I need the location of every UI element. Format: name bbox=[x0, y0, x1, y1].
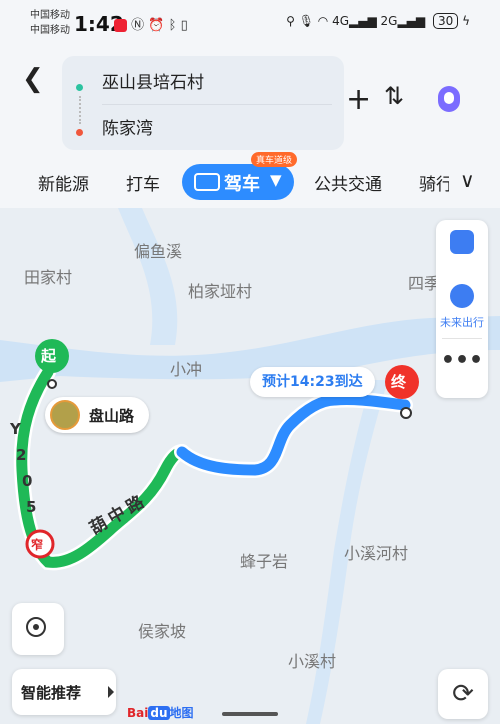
lane-level-badge: 真车道级 bbox=[251, 152, 298, 167]
place-label: 小溪村 bbox=[288, 652, 337, 671]
status-bar: 中国移动 中国移动 1:42 Ⓝ ⏰ ᛒ ▯ ⚲ 🎙 ◠ 4G▂▄▆ 2G▂▄▆… bbox=[0, 0, 500, 46]
road-label-char: Y bbox=[10, 420, 21, 438]
road-label-y205: Y bbox=[10, 420, 21, 438]
road-label-char: 2 bbox=[16, 446, 27, 464]
mountain-road-thumbnail bbox=[50, 400, 80, 430]
place-label: 蜂子岩 bbox=[240, 552, 289, 571]
tab-new-energy[interactable]: 新能源 bbox=[38, 170, 89, 195]
narrow-road-label: 窄 bbox=[31, 538, 44, 552]
home-indicator[interactable] bbox=[222, 712, 278, 716]
refresh-icon[interactable]: ⟳ bbox=[438, 669, 488, 719]
locate-button[interactable] bbox=[12, 603, 64, 655]
place-label: 田家村 bbox=[24, 268, 73, 287]
swap-route-button[interactable]: ⇅ bbox=[384, 82, 404, 110]
more-icon[interactable]: ••• bbox=[436, 348, 488, 373]
future-trip-icon[interactable] bbox=[450, 284, 474, 308]
car-icon bbox=[194, 173, 220, 191]
vibrate-icon: ▯ bbox=[180, 18, 188, 33]
tab-transit[interactable]: 公共交通 bbox=[314, 170, 382, 195]
locate-center bbox=[33, 624, 39, 630]
divider bbox=[442, 338, 482, 339]
network-type-1: 4G bbox=[332, 14, 349, 28]
caret-down-icon: ▼ bbox=[270, 171, 282, 189]
eta-bubble: 预计14:23到达 bbox=[250, 367, 375, 397]
signal-icon: ▂▄▆ bbox=[349, 14, 377, 28]
road-label-char: 0 bbox=[22, 472, 33, 490]
map-side-panel: 未来出行 ••• bbox=[436, 220, 488, 398]
carrier-2: 中国移动 bbox=[30, 25, 70, 36]
place-label: 偏鱼溪 bbox=[134, 242, 183, 261]
tab-taxi[interactable]: 打车 bbox=[126, 170, 160, 195]
destination-field[interactable]: 陈家湾 bbox=[102, 114, 153, 139]
route-connector bbox=[79, 96, 81, 124]
tab-drive[interactable]: 驾车 ▼ bbox=[182, 164, 294, 200]
app-notification-icon bbox=[114, 19, 127, 32]
chevron-down-icon[interactable]: ∨ bbox=[460, 168, 475, 192]
smart-recommend-label: 智能推荐 bbox=[21, 684, 82, 702]
map-view[interactable]: 起 终 窄 偏鱼溪 田家村 柏家垭村 四季 小冲 蜂子岩 小溪河村 侯家坡 小溪… bbox=[0, 208, 500, 724]
location-icon: ⚲ bbox=[286, 14, 295, 28]
carrier-1: 中国移动 bbox=[30, 10, 70, 21]
battery-indicator: 30 bbox=[432, 13, 459, 29]
wifi-icon: ◠ bbox=[317, 14, 329, 28]
place-label: 柏家垭村 bbox=[188, 282, 253, 301]
mic-icon: 🎙 bbox=[298, 14, 314, 28]
route-header: ❮ 巫山县培石村 陈家湾 + ⇅ bbox=[0, 46, 500, 158]
place-label: 小溪河村 bbox=[344, 544, 409, 563]
origin-dot-icon bbox=[76, 84, 83, 91]
nfc-icon: Ⓝ bbox=[131, 18, 145, 33]
place-label: 小冲 bbox=[170, 360, 203, 379]
future-trip-label[interactable]: 未来出行 bbox=[438, 314, 486, 330]
smart-recommend-button[interactable]: 智能推荐 bbox=[12, 669, 116, 715]
charging-icon: ϟ bbox=[462, 14, 470, 28]
alarm-icon: ⏰ bbox=[148, 18, 165, 33]
mountain-road-label: 盘山路 bbox=[89, 407, 135, 425]
road-label-char: 5 bbox=[26, 498, 37, 516]
place-label: 侯家坡 bbox=[138, 622, 187, 641]
add-waypoint-button[interactable]: + bbox=[346, 82, 371, 117]
address-box: 巫山县培石村 陈家湾 bbox=[62, 56, 344, 150]
road-condition-icon[interactable] bbox=[450, 230, 474, 254]
start-marker-label: 起 bbox=[41, 347, 57, 365]
tab-drive-label: 驾车 bbox=[224, 174, 260, 195]
origin-field[interactable]: 巫山县培石村 bbox=[102, 68, 204, 93]
status-right: ⚲ 🎙 ◠ 4G▂▄▆ 2G▂▄▆ 30 ϟ bbox=[286, 13, 470, 29]
bluetooth-icon: ᛒ bbox=[168, 18, 177, 33]
play-arrow-icon bbox=[108, 686, 114, 698]
end-marker-label: 终 bbox=[391, 373, 407, 391]
notification-icons: Ⓝ ⏰ ᛒ ▯ bbox=[114, 14, 188, 33]
back-icon[interactable]: ❮ bbox=[22, 64, 44, 94]
voice-assistant-icon[interactable] bbox=[438, 86, 460, 112]
signal-icon-2: ▂▄▆ bbox=[397, 14, 426, 28]
network-type-2: 2G bbox=[380, 14, 398, 28]
destination-dot-icon bbox=[76, 129, 83, 136]
travel-mode-tabs: 新能源 打车 驾车 ▼ 真车道级 公共交通 骑行 ∨ bbox=[0, 152, 500, 208]
mountain-road-tag[interactable]: 盘山路 bbox=[45, 397, 149, 433]
tab-cycle[interactable]: 骑行 bbox=[419, 170, 449, 195]
divider bbox=[102, 104, 332, 105]
baidu-map-logo: Bai du 地图 bbox=[127, 706, 194, 720]
